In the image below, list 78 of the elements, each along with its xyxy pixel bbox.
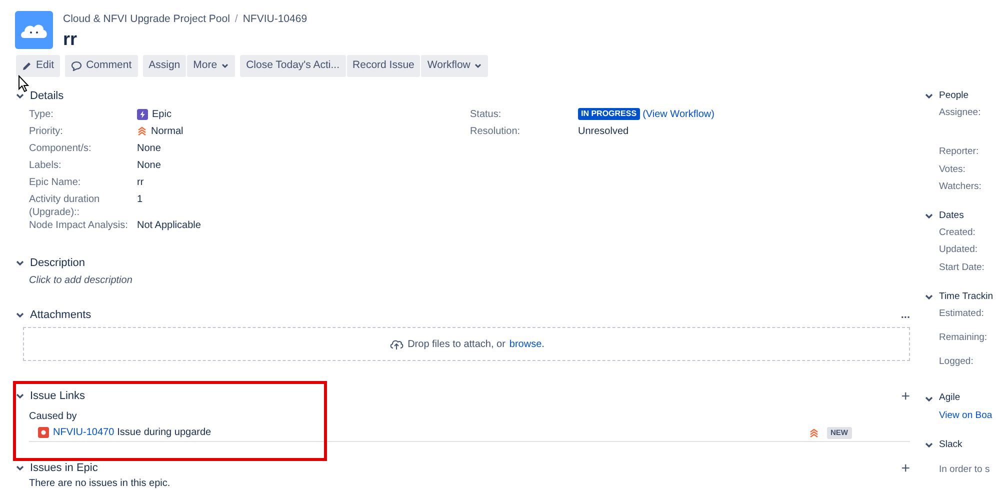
status-lozenge: IN PROGRESS <box>578 108 640 120</box>
toolbar-button[interactable]: Edit <box>16 54 60 77</box>
field-value: rr <box>137 176 144 188</box>
field-label: Created: <box>939 226 976 240</box>
field-label: Activity duration (Upgrade):: <box>29 192 101 219</box>
priority-chevrons-icon <box>808 428 818 438</box>
caret-icon <box>221 62 230 70</box>
drop-zone[interactable]: Drop files to attach, or browse. <box>23 326 910 362</box>
field-label: Estimated: <box>939 306 985 321</box>
description-placeholder[interactable]: Click to add description <box>15 272 910 288</box>
section-title[interactable]: Issue Links <box>30 388 86 404</box>
field-label: Votes: <box>939 162 966 176</box>
toolbar-button[interactable]: Assign <box>142 54 186 77</box>
slack-message: In order to s <box>939 462 991 477</box>
linked-issue-summary: Issue during upgarde <box>117 426 212 440</box>
lightning-icon <box>137 108 148 120</box>
add-issue-button[interactable]: + <box>901 460 910 476</box>
bug-icon <box>38 427 49 438</box>
toolbar-button[interactable]: More <box>187 54 236 77</box>
toolbar-button[interactable]: Workflow <box>421 54 488 77</box>
field-value: 1 <box>137 194 143 205</box>
caret-icon <box>474 62 482 70</box>
field-label: Assignee: <box>939 106 982 120</box>
field-value: None <box>137 142 161 154</box>
field-label: Component/s: <box>29 142 92 156</box>
cloud-upload-icon <box>388 338 404 350</box>
field-label: Updated: <box>939 243 979 258</box>
speech-bubble-icon <box>71 60 82 71</box>
field-value: None <box>137 160 161 171</box>
breadcrumb-separator: / <box>234 12 238 27</box>
field-label: Epic Name: <box>29 176 82 190</box>
field-label: Node Impact Analysis: <box>29 218 129 233</box>
toolbar-button[interactable]: Comment <box>65 54 138 77</box>
linked-issue-key[interactable]: NFVIU-10470 <box>53 425 114 440</box>
view-on-board-link[interactable]: View on Boa <box>939 408 999 423</box>
field-label: Labels: <box>29 158 62 173</box>
chevron-down-icon[interactable] <box>15 463 25 473</box>
more-actions[interactable]: ... <box>900 306 910 323</box>
section-title[interactable]: Description <box>30 254 86 271</box>
field-value: Epic <box>152 108 172 121</box>
section-title[interactable]: Slack <box>939 438 962 452</box>
field-label: Type: <box>29 108 54 122</box>
chevron-down-icon[interactable] <box>924 91 934 101</box>
field-label: Status: <box>470 108 502 122</box>
field-value: Unresolved <box>578 126 629 137</box>
section-title[interactable]: Time Trackin <box>939 290 994 304</box>
toolbar-button[interactable]: Record Issue <box>346 54 420 77</box>
field-label: Remaining: <box>939 331 988 345</box>
field-value: Not Applicable <box>137 220 201 231</box>
section-title[interactable]: People <box>939 88 969 104</box>
field-label: Priority: <box>29 124 64 139</box>
issue-key-link[interactable]: NFVIU-10469 <box>242 12 308 28</box>
section-title[interactable]: Agile <box>939 391 960 406</box>
field-label: Logged: <box>939 355 974 370</box>
field-label: Reporter: <box>939 145 980 160</box>
drop-text: Drop files to attach, or <box>408 338 506 352</box>
pencil-icon <box>22 60 32 71</box>
chevron-down-icon[interactable] <box>924 211 934 221</box>
browse-link[interactable]: browse. <box>509 336 544 352</box>
mouse-cursor-icon <box>18 75 30 93</box>
section-title[interactable]: Issues in Epic <box>30 460 98 476</box>
empty-epic-message: There are no issues in this epic. <box>28 478 172 490</box>
cloud-avatar-icon <box>15 11 53 49</box>
field-label: Resolution: <box>470 124 522 139</box>
field-label: Start Date: <box>939 260 986 274</box>
relation-heading: Caused by <box>28 410 78 424</box>
issue-title: rr <box>63 28 78 50</box>
view-workflow-link[interactable]: (View Workflow) <box>642 108 714 121</box>
chevron-down-icon[interactable] <box>15 391 25 402</box>
add-link-button[interactable]: + <box>901 388 910 404</box>
field-label: Watchers: <box>939 180 982 194</box>
toolbar-button[interactable]: Close Today's Acti... <box>240 54 346 77</box>
section-title[interactable]: Details <box>30 88 64 104</box>
section-title[interactable]: Attachments <box>30 306 92 323</box>
priority-chevrons-icon <box>137 126 147 136</box>
section-title[interactable]: Dates <box>939 208 964 224</box>
project-link[interactable]: Cloud & NFVI Upgrade Project Pool <box>63 12 230 28</box>
field-value: Normal <box>151 124 184 138</box>
